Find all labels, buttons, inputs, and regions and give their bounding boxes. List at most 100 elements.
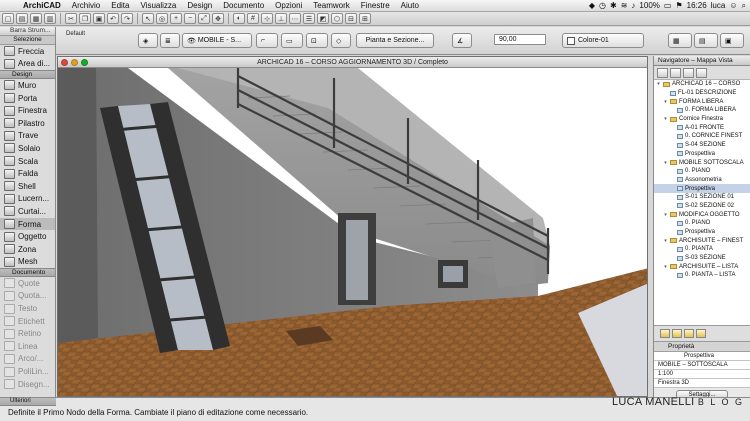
tree-item[interactable]: Prospettiva (654, 184, 750, 193)
tool-column[interactable]: Pilastro (0, 117, 55, 130)
tool-text[interactable]: Testo (0, 302, 55, 315)
close-icon[interactable] (61, 59, 68, 66)
tool-arrow[interactable]: Freccia (0, 45, 55, 58)
tool-drawing[interactable]: Disegn... (0, 378, 55, 391)
tool-beam[interactable]: Trave (0, 130, 55, 143)
more-tools-header[interactable]: Ulteriori (0, 398, 56, 406)
menu-design[interactable]: Design (182, 1, 218, 10)
menu-opzioni[interactable]: Opzioni (270, 1, 308, 10)
zoom-in-icon[interactable]: + (170, 13, 182, 24)
spotlight-icon[interactable]: ⌕ (742, 1, 746, 11)
tool-object[interactable]: Oggetto (0, 230, 55, 243)
window-titlebar[interactable]: ARCHICAD 16 – CORSO AGGIORNAMENTO 3D / C… (58, 57, 647, 68)
menu-aiuto[interactable]: Aiuto (396, 1, 425, 10)
tool-mesh[interactable]: Mesh (0, 256, 55, 269)
menu-visualizza[interactable]: Visualizza (135, 1, 182, 10)
accessibility-icon[interactable]: ☺ (729, 1, 737, 10)
rectangle-method-button[interactable]: ▭ (281, 33, 303, 48)
battery-icon[interactable]: ▭ (664, 1, 672, 10)
tree-item[interactable]: ▾ ARCHICAD 16 – CORSO (654, 80, 750, 89)
flag-icon[interactable]: ⚑ (675, 1, 682, 10)
project-map-tab-icon[interactable] (657, 68, 668, 78)
tool-dimension[interactable]: Quote (0, 277, 55, 290)
menu-app[interactable]: ArchiCAD (18, 1, 67, 10)
tool-marquee[interactable]: Area di... (0, 58, 55, 71)
geometry-method-button[interactable]: ⌐ (256, 33, 278, 48)
scale-field[interactable]: 1:100 (654, 370, 750, 379)
tree-folder[interactable]: ▾ ARCHISUITE – FINEST (654, 236, 750, 245)
tree-item[interactable]: 0. PIANO (654, 219, 750, 228)
texture-reset-button[interactable]: ▤ (694, 33, 718, 48)
layout-book-tab-icon[interactable] (683, 68, 694, 78)
disclosure-triangle-icon[interactable]: ▾ (663, 160, 668, 166)
tree-item[interactable]: FL-01 DESCRIZIONE (654, 89, 750, 98)
tool-skylight[interactable]: Lucern... (0, 193, 55, 206)
tree-item[interactable]: Prospettiva (654, 228, 750, 237)
surface-select[interactable]: Colore-01 (562, 33, 644, 48)
new-icon[interactable]: ▢ (2, 13, 14, 24)
tree-folder[interactable]: ▾ MODIFICA OGGETTO (654, 210, 750, 219)
tool-level-dimension[interactable]: Quota... (0, 290, 55, 303)
publisher-tab-icon[interactable] (696, 68, 707, 78)
3d-icon[interactable]: ⬡ (331, 13, 343, 24)
disclosure-triangle-icon[interactable]: ▾ (663, 99, 668, 105)
clone-folder-icon[interactable] (684, 329, 694, 338)
render-icon[interactable]: ◩ (317, 13, 329, 24)
zoom-icon[interactable] (81, 59, 88, 66)
texture-origin-button[interactable]: ▣ (720, 33, 744, 48)
layer-select[interactable]: 👁 MOBILE - S... (182, 33, 252, 48)
tree-folder[interactable]: ▾ FORMA LIBERA (654, 97, 750, 106)
tree-item[interactable]: A-01 FRONTE (654, 123, 750, 132)
section-icon[interactable]: ⊟ (345, 13, 357, 24)
delete-icon[interactable] (696, 329, 706, 338)
redo-icon[interactable]: ↷ (121, 13, 133, 24)
menu-archivio[interactable]: Archivio (67, 1, 106, 10)
disclosure-triangle-icon[interactable]: ▾ (663, 212, 668, 218)
paste-icon[interactable]: ▣ (93, 13, 105, 24)
disclosure-triangle-icon[interactable]: ▾ (663, 238, 668, 244)
snap-icon[interactable]: ⊹ (261, 13, 273, 24)
zoom-out-icon[interactable]: − (184, 13, 196, 24)
select-tool-icon[interactable]: ↖ (142, 13, 154, 24)
tree-item[interactable]: 0. CORNICE FINEST (654, 132, 750, 141)
save-icon[interactable]: ▦ (30, 13, 42, 24)
tool-zone[interactable]: Zona (0, 243, 55, 256)
layers-icon[interactable]: ☰ (303, 13, 315, 24)
tree-item[interactable]: Assonometria (654, 176, 750, 185)
tree-item[interactable]: S-04 SEZIONE (654, 141, 750, 150)
elevation-icon[interactable]: ⊞ (359, 13, 371, 24)
properties-header[interactable]: Proprietà (654, 342, 750, 352)
tool-morph[interactable]: Forma (0, 217, 55, 231)
dropbox-icon[interactable]: ◆ (589, 1, 595, 10)
tool-stair[interactable]: Scala (0, 155, 55, 168)
tool-line[interactable]: Linea (0, 340, 55, 353)
angle-icon[interactable]: ∡ (452, 33, 472, 48)
tool-slab[interactable]: Solaio (0, 142, 55, 155)
tree-item[interactable]: 0. PIANTA (654, 245, 750, 254)
tree-item[interactable]: S-02 SEZIONE 02 (654, 202, 750, 211)
tool-roof[interactable]: Falda (0, 167, 55, 180)
disclosure-triangle-icon[interactable]: ▾ (656, 81, 661, 87)
layer-combination-field[interactable]: MOBILE – SOTTOSCALA (654, 361, 750, 370)
view-name-field[interactable]: Prospettiva (654, 352, 750, 361)
cut-icon[interactable]: ✂ (65, 13, 77, 24)
time-machine-icon[interactable]: ◷ (599, 1, 606, 10)
toolbox-header[interactable]: Barra Strum... (0, 27, 55, 36)
model-view-field[interactable]: Finestra 3D (654, 379, 750, 388)
view-map-tab-icon[interactable] (670, 68, 681, 78)
box-method-button[interactable]: ◇ (331, 33, 351, 48)
print-icon[interactable]: ▥ (44, 13, 56, 24)
tool-window[interactable]: Finestra (0, 104, 55, 117)
tool-polyline[interactable]: PoliLin... (0, 365, 55, 378)
tool-shell[interactable]: Shell (0, 180, 55, 193)
wifi-icon[interactable]: ≋ (621, 1, 628, 10)
disclosure-triangle-icon[interactable]: ▾ (663, 116, 668, 122)
new-folder-icon[interactable] (660, 329, 670, 338)
volume-icon[interactable]: ♪ (631, 1, 635, 10)
fit-window-icon[interactable]: ⤢ (198, 13, 210, 24)
user-name[interactable]: luca (711, 1, 726, 10)
tree-item[interactable]: S-03 SEZIONE (654, 254, 750, 263)
tree-item[interactable]: S-01 SEZIONE 01 (654, 193, 750, 202)
open-icon[interactable]: ▤ (16, 13, 28, 24)
menu-edita[interactable]: Edita (106, 1, 135, 10)
